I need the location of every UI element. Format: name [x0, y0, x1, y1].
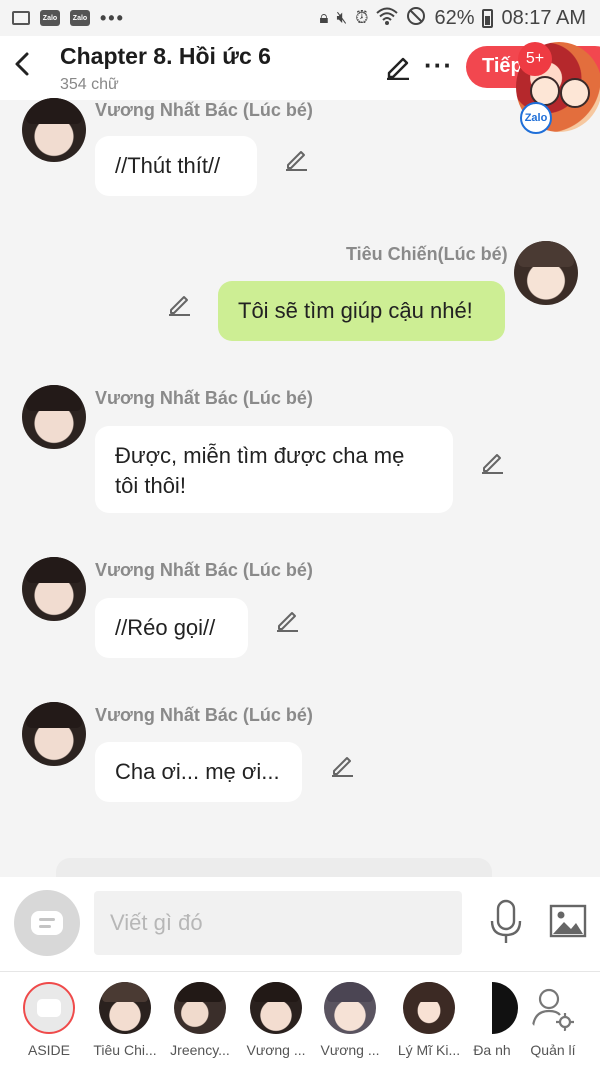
user-settings-icon: [527, 982, 579, 1034]
pencil-icon: [387, 57, 409, 81]
character-avatar: [174, 982, 226, 1034]
character-avatar: [466, 982, 518, 1034]
wifi-icon: [376, 7, 399, 30]
image-icon[interactable]: [548, 901, 588, 941]
avatar[interactable]: [22, 98, 86, 162]
chevron-left-icon: [15, 52, 29, 76]
lock-icon: 🔒︎: [319, 8, 329, 27]
avatar[interactable]: [22, 385, 86, 449]
character-item[interactable]: Jreency...: [163, 982, 237, 1058]
chapter-title: Chapter 8. Hồi ức 6: [60, 43, 271, 69]
edit-chapter-button[interactable]: [384, 52, 414, 82]
character-selector: ASIDE Tiêu Chi... Jreency... Vương ... V…: [0, 971, 600, 1067]
notification-badge: 5+: [518, 42, 552, 76]
microphone-icon[interactable]: [486, 899, 526, 945]
character-item[interactable]: Vương ...: [239, 982, 313, 1058]
avatar[interactable]: [22, 702, 86, 766]
message-bubble[interactable]: //Thút thít//: [95, 136, 257, 196]
chapter-header: Chapter 8. Hồi ức 6 354 chữ ··· Tiếp: [0, 36, 600, 100]
word-count: 354 chữ: [60, 76, 119, 93]
zalo-notification-icon: Zalo: [40, 10, 60, 26]
speaker-name: Tiêu Chiến(Lúc bé): [346, 244, 508, 264]
composer: [0, 877, 600, 971]
edit-message-icon[interactable]: [330, 752, 356, 778]
character-avatar: [403, 982, 455, 1034]
note-icon: [31, 911, 63, 935]
edit-message-icon[interactable]: [275, 607, 301, 633]
zalo-notification-icon: Zalo: [70, 10, 90, 26]
character-avatar: [250, 982, 302, 1034]
speaker-name: Vương Nhất Bác (Lúc bé): [95, 100, 313, 120]
more-notifications-icon: •••: [100, 7, 125, 28]
character-item[interactable]: Lý Mĩ Ki...: [392, 982, 466, 1058]
character-label: Quản lí: [530, 1042, 576, 1058]
message-bubble[interactable]: Được, miễn tìm được cha mẹ tôi thôi!: [95, 426, 453, 513]
avatar[interactable]: [514, 241, 578, 305]
clock: 08:17 AM: [501, 6, 586, 29]
alarm-icon: ⏰︎: [355, 8, 369, 27]
message-bubble[interactable]: //Réo gọi//: [95, 598, 248, 658]
message-bubble[interactable]: Cha ơi... mẹ ơi...: [95, 742, 302, 802]
character-label: Tiêu Chi...: [93, 1042, 157, 1058]
do-not-disturb-icon: [406, 6, 426, 31]
status-bar: Zalo Zalo ••• 🔒︎ 🔇︎ ⏰︎ 62% 08:17 AM: [0, 0, 600, 36]
character-avatar: [99, 982, 151, 1034]
character-item[interactable]: Vương ...: [313, 982, 387, 1058]
message-input[interactable]: [94, 891, 462, 955]
battery-icon: [482, 8, 494, 28]
mute-icon: 🔇︎: [336, 8, 348, 27]
character-label: Jreency...: [170, 1042, 230, 1058]
character-label: Đa nh: [473, 1042, 511, 1058]
aside-toggle-button[interactable]: [14, 890, 80, 956]
edit-message-icon[interactable]: [167, 291, 193, 317]
avatar[interactable]: [22, 557, 86, 621]
character-item[interactable]: Tiêu Chi...: [88, 982, 162, 1058]
character-label: Vương ...: [320, 1042, 380, 1058]
character-label: ASIDE: [27, 1042, 70, 1058]
speaker-name: Vương Nhất Bác (Lúc bé): [95, 560, 313, 580]
back-button[interactable]: [12, 50, 42, 84]
edit-message-icon[interactable]: [480, 449, 506, 475]
speaker-name: Vương Nhất Bác (Lúc bé): [95, 388, 313, 408]
chat-head-face: [560, 78, 590, 108]
character-avatar: [324, 982, 376, 1034]
manage-characters-button[interactable]: Quản lí: [516, 982, 590, 1058]
more-options-button[interactable]: ···: [424, 50, 453, 81]
message-bubble[interactable]: Tôi sẽ tìm giúp cậu nhé!: [218, 281, 505, 341]
character-aside[interactable]: ASIDE: [12, 982, 86, 1058]
character-label: Lý Mĩ Ki...: [397, 1042, 461, 1058]
aside-icon: [23, 982, 75, 1034]
character-item[interactable]: Đa nh: [462, 982, 522, 1058]
zalo-app-icon: Zalo: [520, 102, 552, 134]
character-label: Vương ...: [246, 1042, 306, 1058]
gallery-notification-icon: [12, 11, 30, 25]
edit-message-icon[interactable]: [284, 146, 310, 172]
speaker-name: Vương Nhất Bác (Lúc bé): [95, 705, 313, 725]
battery-percent: 62%: [434, 6, 475, 29]
